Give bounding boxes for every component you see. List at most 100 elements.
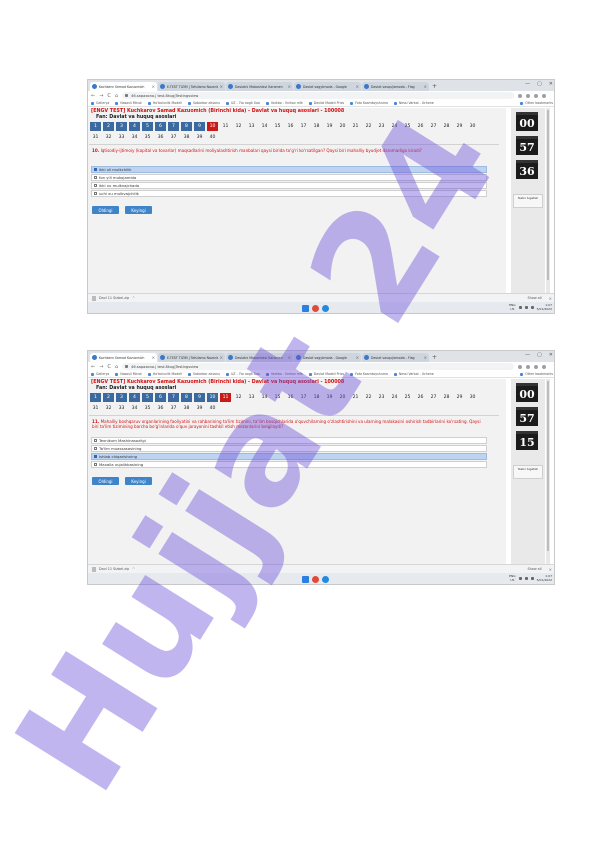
close-icon[interactable]: × xyxy=(549,567,552,572)
bookmark-item[interactable]: Gallerya xyxy=(91,101,109,105)
question-number-button[interactable]: 9 xyxy=(194,122,205,131)
question-number-button[interactable]: 26 xyxy=(415,122,426,131)
question-number-button[interactable]: 30 xyxy=(467,393,478,402)
bookmark-item[interactable]: UZ - 7to xogit Xoa xyxy=(225,101,260,105)
question-number-button[interactable]: 28 xyxy=(441,393,452,402)
browser-tab[interactable]: Davlat vagytmoda - Google × xyxy=(294,82,361,91)
question-number-button[interactable]: 12 xyxy=(233,122,244,131)
close-icon[interactable]: × xyxy=(424,84,427,89)
answer-option[interactable]: ikki xil mulkchilik xyxy=(91,166,487,173)
question-number-button[interactable]: 18 xyxy=(311,122,322,131)
question-number-button[interactable]: 31 xyxy=(90,133,101,142)
question-number-button[interactable]: 40 xyxy=(207,404,218,413)
question-number-button[interactable]: 28 xyxy=(441,122,452,131)
question-number-button[interactable]: 25 xyxy=(402,122,413,131)
question-number-button[interactable]: 30 xyxy=(467,122,478,131)
question-number-button[interactable]: 37 xyxy=(168,404,179,413)
download-filename[interactable]: Davl 11 Sizbel.zip xyxy=(99,296,129,300)
back-button[interactable]: ← xyxy=(91,364,95,370)
close-icon[interactable]: × xyxy=(356,355,359,360)
show-all-button[interactable]: Show all xyxy=(527,567,541,571)
question-number-button[interactable]: 11 xyxy=(220,393,231,402)
question-number-button[interactable]: 6 xyxy=(155,122,166,131)
clock[interactable]: 1:07 5/01/2022 xyxy=(537,303,552,311)
other-bookmarks[interactable]: Other bookmarks xyxy=(520,372,553,376)
question-number-button[interactable]: 3 xyxy=(116,393,127,402)
close-icon[interactable]: × xyxy=(356,84,359,89)
question-number-button[interactable]: 10 xyxy=(207,122,218,131)
chrome-icon[interactable] xyxy=(312,576,319,583)
scrollbar-thumb[interactable] xyxy=(547,381,549,551)
bookmark-item[interactable]: Sabarbor aksanu xyxy=(187,101,220,105)
answer-option[interactable]: Maxalla xujalikbasining xyxy=(91,461,487,468)
browser-tab[interactable]: Davlatni Moboshlavi Karamen × xyxy=(226,353,293,362)
question-number-button[interactable]: 33 xyxy=(116,404,127,413)
maximize-button[interactable]: ▢ xyxy=(537,81,542,87)
bookmark-item[interactable]: Foto Kosmkoyshuma xyxy=(350,101,388,105)
question-number-button[interactable]: 18 xyxy=(311,393,322,402)
question-number-button[interactable]: 6 xyxy=(155,393,166,402)
prev-button[interactable]: Oldingi xyxy=(92,206,119,214)
question-number-button[interactable]: 17 xyxy=(298,393,309,402)
close-window-button[interactable]: ✕ xyxy=(549,81,553,87)
question-number-button[interactable]: 38 xyxy=(181,404,192,413)
browser-tab[interactable]: Davlat vasqujiamoda - Flag × xyxy=(362,353,429,362)
minimize-button[interactable]: — xyxy=(525,352,530,358)
answer-option[interactable]: Ta'lim muassasasining xyxy=(91,445,487,452)
bookmark-item[interactable]: Gallerya xyxy=(91,372,109,376)
close-icon[interactable]: × xyxy=(288,84,291,89)
question-number-button[interactable]: 19 xyxy=(324,393,335,402)
bookmark-item[interactable]: Nessi Varbal - Uchene xyxy=(393,101,434,105)
close-window-button[interactable]: ✕ xyxy=(549,352,553,358)
bookmark-star-icon[interactable] xyxy=(518,93,523,98)
new-tab-button[interactable]: + xyxy=(430,353,439,362)
close-icon[interactable]: × xyxy=(288,355,291,360)
answer-option[interactable]: uchi xu mulkvajchilik xyxy=(91,190,487,197)
question-number-button[interactable]: 34 xyxy=(129,133,140,142)
question-number-button[interactable]: 8 xyxy=(181,393,192,402)
question-number-button[interactable]: 29 xyxy=(454,393,465,402)
question-number-button[interactable]: 8 xyxy=(181,122,192,131)
language-indicator[interactable]: ENG US xyxy=(509,574,515,582)
question-number-button[interactable]: 35 xyxy=(142,133,153,142)
question-number-button[interactable]: 7 xyxy=(168,122,179,131)
question-number-button[interactable]: 11 xyxy=(220,122,231,131)
bookmark-item[interactable]: Vorkbo - Vnikov mfk xyxy=(265,101,303,105)
answer-option[interactable]: fon yili mukojamida xyxy=(91,174,487,181)
reload-button[interactable]: C xyxy=(107,364,111,370)
wifi-icon[interactable] xyxy=(518,577,522,581)
close-icon[interactable]: × xyxy=(220,355,223,360)
finish-test-button[interactable]: Testni tugatish xyxy=(513,465,543,479)
question-number-button[interactable]: 27 xyxy=(428,122,439,131)
question-number-button[interactable]: 12 xyxy=(233,393,244,402)
question-number-button[interactable]: 5 xyxy=(142,393,153,402)
battery-icon[interactable] xyxy=(530,306,534,310)
url-field[interactable]: 46.sapaxono.| test.8kug|Testingsview xyxy=(122,363,515,370)
extensions-icon[interactable] xyxy=(526,93,531,98)
bookmark-item[interactable]: Davlat Modeli Prizs xyxy=(308,101,344,105)
download-filename[interactable]: Davl 11 Sizbel.zip xyxy=(99,567,129,571)
question-number-button[interactable]: 27 xyxy=(428,393,439,402)
bookmark-star-icon[interactable] xyxy=(518,364,523,369)
close-icon[interactable]: × xyxy=(152,355,155,360)
question-number-button[interactable]: 20 xyxy=(337,122,348,131)
question-number-button[interactable]: 34 xyxy=(129,404,140,413)
question-number-button[interactable]: 21 xyxy=(350,122,361,131)
url-field[interactable]: 46.sapaxono.| test.8kug|Testingsview xyxy=(122,92,515,99)
battery-icon[interactable] xyxy=(530,577,534,581)
question-number-button[interactable]: 14 xyxy=(259,393,270,402)
question-number-button[interactable]: 2 xyxy=(103,122,114,131)
chevron-up-icon[interactable]: ^ xyxy=(132,567,135,571)
bookmark-item[interactable]: Nasosli Minsk xyxy=(115,101,142,105)
question-number-button[interactable]: 24 xyxy=(389,393,400,402)
question-number-button[interactable]: 31 xyxy=(90,404,101,413)
chevron-up-icon[interactable]: ^ xyxy=(132,296,135,300)
clock[interactable]: 1:07 5/01/2022 xyxy=(537,574,552,582)
question-number-button[interactable]: 36 xyxy=(155,133,166,142)
question-number-button[interactable]: 9 xyxy=(194,393,205,402)
volume-icon[interactable] xyxy=(524,577,528,581)
answer-option[interactable]: Ishlab chiqarishning xyxy=(91,453,487,460)
question-number-button[interactable]: 4 xyxy=(129,393,140,402)
question-number-button[interactable]: 32 xyxy=(103,404,114,413)
bookmark-item[interactable]: Sabarbor aksanu xyxy=(187,372,220,376)
